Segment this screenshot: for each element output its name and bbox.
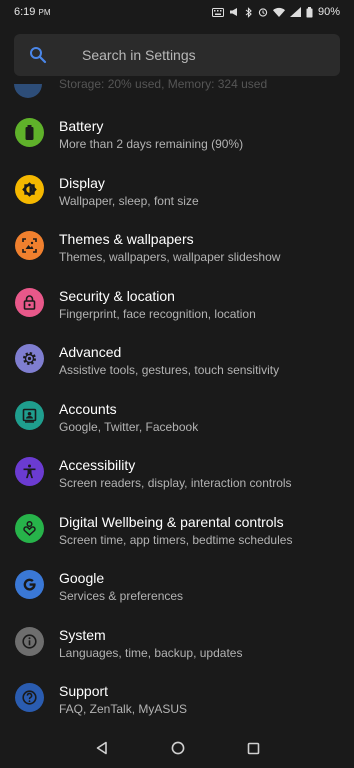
- status-time-ampm: PM: [38, 8, 51, 17]
- settings-item-title: Themes & wallpapers: [59, 231, 194, 247]
- settings-item-advanced[interactable]: Advanced Assistive tools, gestures, touc…: [0, 338, 354, 395]
- settings-item-title: Accounts: [59, 400, 117, 417]
- settings-item-title: Advanced: [59, 344, 122, 360]
- settings-list: Battery More than 2 days remaining (90%)…: [0, 112, 354, 734]
- wifi-icon: [272, 7, 285, 17]
- wallpaper-icon: [15, 231, 44, 260]
- settings-item-subtitle: Languages, time, backup, updates: [59, 645, 243, 660]
- gear-icon: [15, 344, 44, 373]
- accessibility-icon: [15, 457, 44, 486]
- megaphone-icon: [229, 8, 237, 16]
- settings-item-title: Accessibility: [59, 457, 136, 473]
- settings-item-subtitle: Services & preferences: [59, 589, 184, 603]
- settings-item-title: System: [59, 626, 106, 643]
- lock-icon: [15, 287, 44, 317]
- account-icon: [15, 400, 44, 430]
- status-time-value: 6:19: [14, 6, 36, 18]
- settings-item-display[interactable]: Display Wallpaper, sleep, font size: [0, 169, 354, 226]
- search-bar[interactable]: Search in Settings: [14, 34, 340, 76]
- brightness-icon: [15, 174, 44, 204]
- settings-item-battery[interactable]: Battery More than 2 days remaining (90%): [0, 112, 354, 169]
- settings-item-subtitle: More than 2 days remaining (90%): [59, 137, 244, 151]
- wellbeing-icon: [15, 513, 44, 543]
- settings-item-title: Support: [59, 683, 109, 699]
- status-bar: 6:19 PM 90%: [0, 0, 354, 24]
- battery-status-icon: [306, 6, 313, 17]
- settings-item-accounts[interactable]: Accounts Google, Twitter, Facebook: [0, 395, 354, 452]
- settings-item-subtitle: Screen time, app timers, bedtime schedul…: [59, 532, 293, 547]
- help-icon: [15, 683, 44, 712]
- settings-item-title: Google: [59, 570, 105, 586]
- settings-item-title: Display: [59, 174, 105, 191]
- settings-item-security[interactable]: Security & location Fingerprint, face re…: [0, 282, 354, 339]
- settings-item-subtitle: Themes, wallpapers, wallpaper slideshow: [59, 250, 281, 264]
- battery-icon: [15, 118, 44, 147]
- back-icon[interactable]: [95, 741, 109, 755]
- settings-item-subtitle: Google, Twitter, Facebook: [59, 419, 199, 434]
- signal-icon: [289, 7, 301, 17]
- settings-item-wellbeing[interactable]: Digital Wellbeing & parental controls Sc…: [0, 508, 354, 565]
- settings-item-system[interactable]: System Languages, time, backup, updates: [0, 621, 354, 678]
- settings-item-subtitle: Screen readers, display, interaction con…: [59, 476, 292, 490]
- battery-percent: 90%: [317, 6, 340, 18]
- alarm-icon: [258, 8, 268, 17]
- status-icons: 90%: [211, 6, 340, 18]
- settings-item-subtitle: FAQ, ZenTalk, MyASUS: [59, 702, 188, 716]
- storage-subtitle[interactable]: Storage: 20% used, Memory: 324 used: [59, 77, 267, 93]
- info-icon: [15, 626, 44, 656]
- settings-item-google[interactable]: Google Services & preferences: [0, 564, 354, 621]
- settings-item-subtitle: Assistive tools, gestures, touch sensiti…: [59, 363, 280, 377]
- status-time: 6:19 PM: [14, 6, 50, 18]
- google-icon: [15, 570, 44, 599]
- recents-icon[interactable]: [247, 742, 260, 755]
- settings-item-title: Battery: [59, 118, 104, 134]
- settings-item-themes[interactable]: Themes & wallpapers Themes, wallpapers, …: [0, 225, 354, 282]
- settings-item-title: Security & location: [59, 287, 175, 304]
- bluetooth-icon: [245, 6, 252, 18]
- search-placeholder: Search in Settings: [82, 47, 196, 63]
- settings-item-title: Digital Wellbeing & parental controls: [59, 513, 284, 530]
- navigation-bar: [0, 728, 354, 768]
- home-icon[interactable]: [171, 741, 185, 755]
- search-icon: [30, 47, 47, 64]
- keyboard-icon: [211, 7, 224, 17]
- settings-item-support[interactable]: Support FAQ, ZenTalk, MyASUS: [0, 677, 354, 734]
- settings-item-subtitle: Fingerprint, face recognition, location: [59, 306, 256, 321]
- settings-item-subtitle: Wallpaper, sleep, font size: [59, 193, 199, 208]
- settings-item-accessibility[interactable]: Accessibility Screen readers, display, i…: [0, 451, 354, 508]
